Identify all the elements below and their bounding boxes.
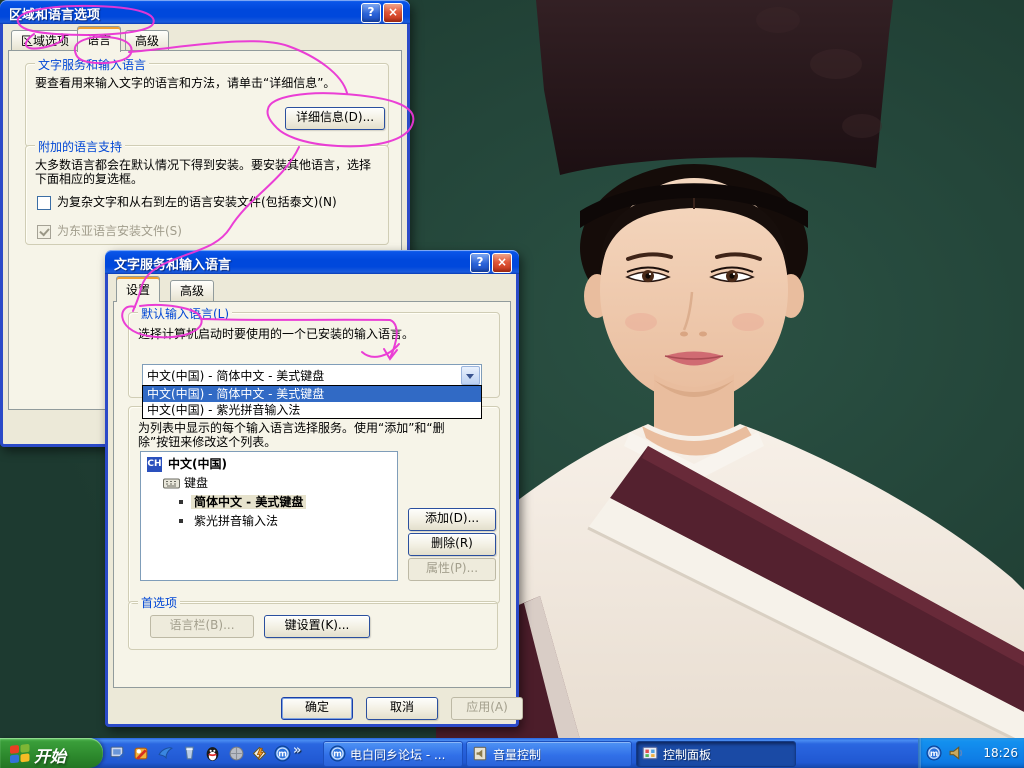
remove-button[interactable]: 删除(R) <box>408 533 496 556</box>
task-label: 电白同乡论坛 - ... <box>350 746 445 763</box>
services-desc-line2: 除”按钮来修改这个列表。 <box>138 435 276 449</box>
close-button[interactable]: × <box>492 253 512 273</box>
text-services-desc: 要查看用来输入文字的语言和方法，请单击“详细信息”。 <box>35 76 335 90</box>
tray-maxthon-icon[interactable]: m <box>926 745 942 761</box>
east-asian-label: 为东亚语言安装文件(S) <box>57 224 182 238</box>
speaker-icon <box>472 745 488 761</box>
properties-button[interactable]: 属性(P)... <box>408 558 496 581</box>
quicklaunch-maxthon-icon[interactable]: m <box>274 745 291 762</box>
quicklaunch-overflow-chevron[interactable]: » <box>293 743 301 758</box>
bullet-icon <box>179 500 183 504</box>
cancel-button[interactable]: 取消 <box>366 697 438 720</box>
tray-clock[interactable]: 18:26 <box>983 746 1018 760</box>
service-item[interactable]: 简体中文 - 美式键盘 <box>191 495 306 509</box>
tab-page: 默认输入语言(L) 选择计算机启动时要使用的一个已安装的输入语言。 中文(中国)… <box>113 301 511 688</box>
dialog-titlebar[interactable]: 文字服务和输入语言 ? × <box>105 250 519 274</box>
windows-logo-icon <box>9 743 31 763</box>
dialog-title: 文字服务和输入语言 <box>114 254 231 273</box>
service-category: 键盘 <box>184 476 208 490</box>
add-button[interactable]: 添加(D)... <box>408 508 496 531</box>
service-item[interactable]: 紫光拼音输入法 <box>194 514 278 528</box>
language-bar-button[interactable]: 语言栏(B)... <box>150 615 254 638</box>
help-button[interactable]: ? <box>470 253 490 273</box>
taskbar-task-volume[interactable]: 音量控制 <box>466 741 632 767</box>
combobox-dropdown-list: 中文(中国) - 简体中文 - 美式键盘 中文(中国) - 紫光拼音输入法 <box>142 385 482 419</box>
quicklaunch-media-player-icon[interactable] <box>133 745 150 762</box>
dropdown-option[interactable]: 中文(中国) - 紫光拼音输入法 <box>143 402 481 418</box>
task-label: 音量控制 <box>493 746 541 763</box>
maxthon-icon: m <box>329 745 346 762</box>
svg-text:m: m <box>278 750 287 760</box>
services-listbox[interactable]: CH 中文(中国) 键盘 简体中文 - 美式键盘 紫光拼音输入法 <box>140 451 398 581</box>
tab-advanced[interactable]: 高级 <box>125 30 169 52</box>
taskbar-task-control-panel[interactable]: 控制面板 <box>636 741 796 767</box>
dialog-titlebar[interactable]: 区域和语言选项 ? × <box>0 0 410 24</box>
text-services-dialog: 文字服务和输入语言 ? × 设置 高级 默认输入语言(L) 选择计算机启动时要使… <box>105 250 519 727</box>
close-button[interactable]: × <box>383 3 403 23</box>
start-label: 开始 <box>34 743 66 767</box>
tray-volume-icon[interactable] <box>949 745 965 761</box>
desktop: 我的电脑 xp 卡巴 毒 常用软件 <box>0 0 1024 768</box>
quicklaunch-app-gray-icon[interactable] <box>228 745 245 762</box>
complex-script-label: 为复杂文字和从右到左的语言安装文件(包括泰文)(N) <box>57 195 337 209</box>
quicklaunch-qq-icon[interactable] <box>204 745 221 762</box>
input-language-combobox[interactable]: 中文(中国) - 简体中文 - 美式键盘 <box>142 364 482 387</box>
tab-advanced[interactable]: 高级 <box>170 280 214 302</box>
service-language: 中文(中国) <box>168 457 227 471</box>
control-panel-icon <box>642 745 658 761</box>
taskbar: 开始 m » m 电白同乡论坛 - ... <box>0 738 1024 768</box>
key-settings-button[interactable]: 键设置(K)... <box>264 615 370 638</box>
east-asian-checkbox <box>37 225 51 239</box>
tab-languages[interactable]: 语言 <box>77 26 121 52</box>
keyboard-icon <box>163 477 180 490</box>
default-language-desc: 选择计算机启动时要使用的一个已安装的输入语言。 <box>138 327 414 341</box>
combobox-value: 中文(中国) - 简体中文 - 美式键盘 <box>147 367 324 384</box>
language-badge: CH <box>147 457 162 472</box>
supplemental-desc-line1: 大多数语言都会在默认情况下得到安装。要安装其他语言，选择 <box>35 158 371 172</box>
tab-settings[interactable]: 设置 <box>116 276 160 302</box>
quicklaunch-messenger-icon[interactable] <box>181 745 198 762</box>
ok-button[interactable]: 确定 <box>281 697 353 720</box>
svg-text:m: m <box>930 749 938 758</box>
details-button[interactable]: 详细信息(D)... <box>285 107 385 130</box>
complex-script-checkbox[interactable] <box>37 196 51 210</box>
system-tray: m 18:26 <box>918 738 1024 768</box>
chevron-down-icon[interactable] <box>461 366 480 385</box>
quicklaunch-show-desktop-icon[interactable] <box>110 745 127 762</box>
groupbox-title: 首选项 <box>138 594 180 611</box>
groupbox-title: 默认输入语言(L) <box>138 305 232 322</box>
supplemental-desc-line2: 下面相应的复选框。 <box>35 172 143 186</box>
groupbox-title: 附加的语言支持 <box>35 138 125 155</box>
svg-text:m: m <box>333 750 342 760</box>
help-button[interactable]: ? <box>361 3 381 23</box>
bullet-icon <box>179 519 183 523</box>
taskbar-task-forum[interactable]: m 电白同乡论坛 - ... <box>323 741 463 767</box>
groupbox-title: 文字服务和输入语言 <box>35 56 149 73</box>
quicklaunch-winamp-icon[interactable] <box>251 745 268 762</box>
services-desc-line1: 为列表中显示的每个输入语言选择服务。使用“添加”和“删 <box>138 421 445 435</box>
task-label: 控制面板 <box>663 746 711 763</box>
dropdown-option-selected[interactable]: 中文(中国) - 简体中文 - 美式键盘 <box>143 386 481 402</box>
tab-regional-options[interactable]: 区域选项 <box>11 30 79 52</box>
dialog-title: 区域和语言选项 <box>9 4 100 23</box>
start-button[interactable]: 开始 <box>0 738 103 768</box>
apply-button[interactable]: 应用(A) <box>451 697 523 720</box>
quicklaunch-foxmail-icon[interactable] <box>157 745 174 762</box>
